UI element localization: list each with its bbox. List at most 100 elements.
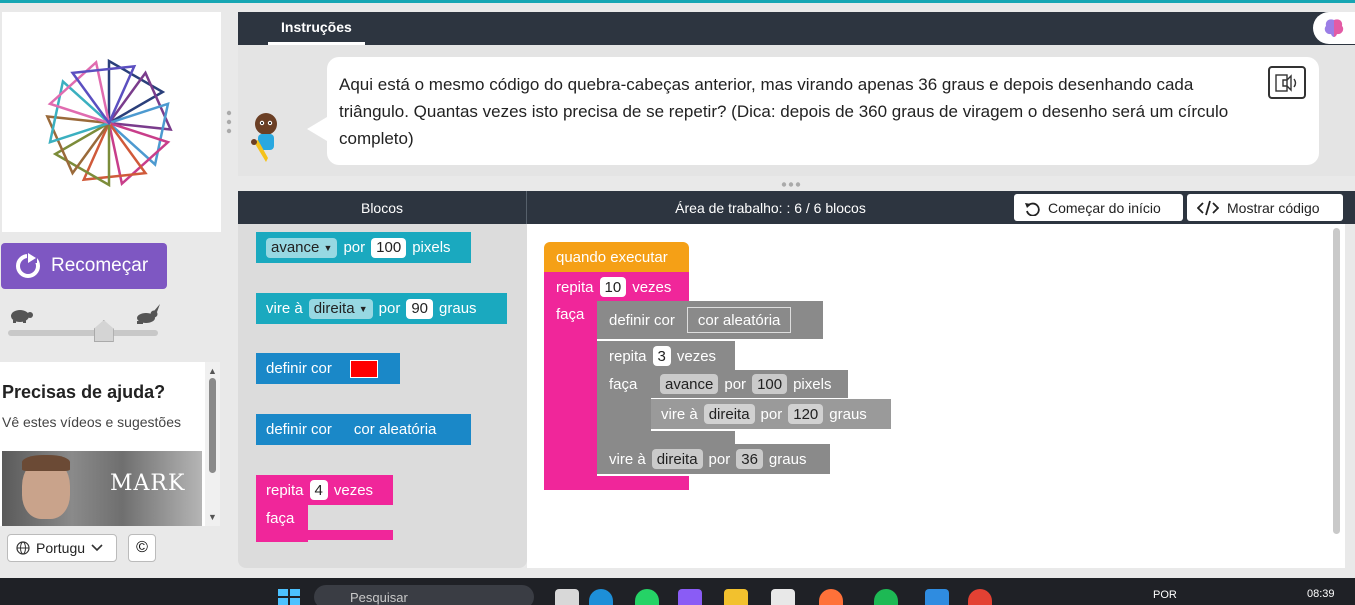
windows-start-icon[interactable] — [278, 589, 300, 605]
move-dropdown[interactable]: avance ▼ — [266, 237, 338, 258]
outer-repeat-count-field[interactable]: 10 — [599, 277, 627, 297]
speed-slider[interactable] — [8, 303, 160, 343]
chrome-icon[interactable] — [968, 589, 992, 605]
show-code-button[interactable]: Mostrar código — [1187, 194, 1343, 221]
outer-repeat-unit: vezes — [632, 278, 672, 296]
task-view-icon[interactable] — [555, 589, 579, 605]
firefox-icon[interactable] — [819, 589, 843, 605]
program-inner-turn-direction[interactable]: direita — [703, 404, 755, 424]
when-run-block[interactable]: quando executar — [544, 242, 689, 272]
turn-label: vire à — [266, 300, 303, 317]
repeat-unit-label: vezes — [333, 481, 374, 499]
set-color-label: definir cor — [266, 360, 332, 377]
taskbar-search[interactable]: Pesquisar — [314, 585, 534, 605]
brain-button[interactable] — [1313, 12, 1355, 44]
show-code-label: Mostrar código — [1227, 199, 1320, 216]
restart-button[interactable]: Recomeçar — [1, 243, 167, 289]
program-outer-turn-label: vire à — [609, 450, 646, 468]
instructions-header: Instruções — [238, 12, 1355, 45]
file-explorer-icon[interactable] — [724, 589, 748, 605]
instruction-bubble: Aqui está o mesmo código do quebra-cabeç… — [307, 57, 1319, 165]
video-caption: MARK — [110, 471, 186, 496]
program-inner-turn-label: vire à — [661, 405, 698, 423]
taskbar: Pesquisar POR 08:39 — [0, 578, 1355, 605]
vertical-resize-handle[interactable] — [226, 110, 232, 134]
chevron-down-icon — [91, 544, 103, 552]
turn-angle-field[interactable]: 90 — [406, 298, 434, 319]
outer-repeat-label: repita — [556, 278, 594, 296]
toolbox: avance ▼ por 100 pixels vire à direita ▼… — [238, 224, 527, 568]
program-move-unit: pixels — [793, 375, 832, 393]
code-icon — [1197, 200, 1219, 215]
set-random-color-block[interactable]: definir cor cor aleatória — [597, 301, 823, 339]
instructions-body: Aqui está o mesmo código do quebra-cabeç… — [238, 45, 1355, 176]
toolbox-move-block[interactable]: avance ▼ por 100 pixels — [256, 232, 471, 263]
program-outer-turn-block[interactable]: vire à direita por 36 graus — [597, 444, 830, 474]
move-distance-field[interactable]: 100 — [371, 237, 407, 258]
scroll-thumb[interactable] — [209, 378, 216, 473]
tab-instructions[interactable]: Instruções — [268, 12, 365, 45]
read-aloud-button[interactable] — [1268, 66, 1306, 99]
inner-repeat-count-field[interactable]: 3 — [652, 346, 671, 366]
toolbox-random-color-block[interactable]: definir cor cor aleatória — [256, 414, 471, 445]
brain-icon — [1324, 19, 1344, 37]
undo-icon — [1025, 202, 1040, 216]
help-panel: Precisas de ajuda? Vê estes vídeos e sug… — [0, 362, 220, 526]
toolbox-repeat-block[interactable]: repita 4 vezes faça — [256, 475, 393, 545]
drawing-canvas — [2, 12, 221, 232]
outer-repeat-do-label: faça — [556, 306, 585, 323]
program-outer-turn-unit: graus — [768, 450, 807, 468]
toolbox-turn-block[interactable]: vire à direita ▼ por 90 graus — [256, 293, 507, 324]
taskbar-search-placeholder: Pesquisar — [350, 589, 408, 605]
workspace-title: Área de trabalho: : 6 / 6 blocos — [675, 199, 866, 216]
program-move-by: por — [724, 375, 747, 393]
program-inner-turn-by: por — [760, 405, 783, 423]
restart-icon — [16, 253, 40, 278]
horizontal-resize-handle[interactable] — [781, 182, 801, 187]
help-video-thumbnail[interactable]: MARK — [2, 451, 202, 526]
top-accent-line — [0, 0, 1355, 3]
spotify-icon[interactable] — [874, 589, 898, 605]
edge-icon[interactable] — [589, 589, 613, 605]
scroll-down-icon[interactable]: ▼ — [208, 512, 217, 522]
workspace[interactable]: quando executar repita 10 vezes faça def… — [527, 224, 1345, 568]
program-move-block[interactable]: avance por 100 pixels — [651, 370, 848, 398]
start-over-button[interactable]: Começar do início — [1014, 194, 1183, 221]
repeat-count-field[interactable]: 4 — [309, 480, 328, 500]
program-inner-turn-block[interactable]: vire à direita por 120 graus — [651, 399, 891, 429]
program-set-color-label: definir cor — [609, 311, 675, 329]
globe-icon — [16, 541, 30, 555]
start-over-label: Começar do início — [1048, 199, 1161, 216]
program-inner-turn-angle-field[interactable]: 120 — [788, 404, 824, 424]
program-outer-turn-angle-field[interactable]: 36 — [736, 449, 763, 469]
program-move-verb[interactable]: avance — [660, 374, 719, 394]
vscode-icon[interactable] — [925, 589, 949, 605]
scroll-up-icon[interactable]: ▲ — [208, 366, 217, 376]
color-swatch[interactable] — [349, 359, 378, 378]
inner-repeat-do-label: faça — [609, 376, 638, 393]
whatsapp-icon[interactable] — [635, 589, 659, 605]
toolbox-set-color-block[interactable]: definir cor — [256, 353, 400, 384]
program-move-distance-field[interactable]: 100 — [752, 374, 788, 394]
help-scrollbar[interactable]: ▲ ▼ — [205, 362, 220, 526]
program-random-color-value: cor aleatória — [686, 307, 792, 333]
copyright-button[interactable]: © — [128, 534, 156, 562]
move-unit-label: pixels — [412, 239, 451, 256]
program-inner-turn-unit: graus — [829, 405, 867, 423]
taskbar-clock[interactable]: 08:39 — [1307, 588, 1335, 600]
store-icon[interactable] — [771, 589, 795, 605]
help-subtitle: Vê estes vídeos e sugestões — [2, 414, 181, 430]
repeat-label: repita — [266, 481, 304, 499]
turn-direction-dropdown[interactable]: direita ▼ — [308, 298, 373, 319]
language-select[interactable]: Portugu — [7, 534, 117, 562]
speed-track[interactable] — [8, 330, 158, 336]
taskbar-language[interactable]: POR — [1153, 589, 1177, 601]
help-title: Precisas de ajuda? — [2, 382, 166, 402]
copilot-icon[interactable] — [678, 589, 702, 605]
speed-thumb[interactable] — [93, 320, 114, 342]
language-value: Portugu — [36, 540, 86, 556]
workspace-scrollbar[interactable] — [1333, 228, 1340, 534]
program-outer-turn-direction[interactable]: direita — [651, 449, 703, 469]
drawing-svg — [45, 58, 173, 188]
blocks-title: Blocos — [238, 191, 527, 224]
